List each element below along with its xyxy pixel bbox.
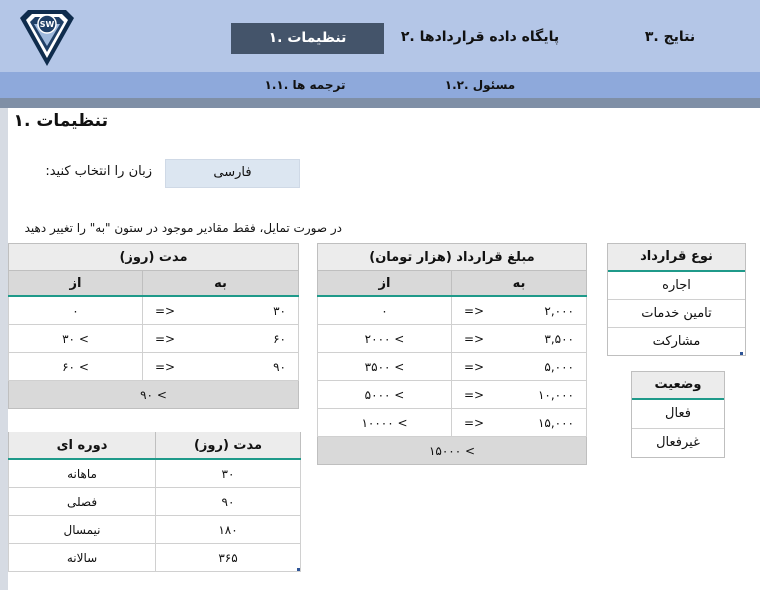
- amount-to-cell[interactable]: => ۱۰,۰۰۰: [451, 380, 587, 409]
- status-list: وضعیت فعال غیرفعال: [631, 371, 725, 458]
- duration-from-cell: ۳۰ <: [8, 324, 143, 353]
- table-row: ۰ => ۲,۰۰۰: [317, 296, 587, 325]
- table-row: فصلی ۹۰: [8, 487, 301, 516]
- table-row: سالانه ۳۶۵: [8, 543, 301, 572]
- language-select[interactable]: فارسی: [165, 159, 300, 188]
- table-row: ۰ => ۳۰: [8, 296, 299, 325]
- operator-label: =>: [464, 415, 485, 430]
- operator-label: =>: [464, 387, 485, 402]
- subnav-tab-responsible[interactable]: مسئول .۱.۲: [425, 78, 535, 92]
- period-name-cell: سالانه: [8, 543, 156, 572]
- amount-to-cell[interactable]: => ۲,۰۰۰: [451, 296, 587, 325]
- to-value: ۵,۰۰۰: [544, 359, 574, 374]
- language-label: زبان را انتخاب کنید:: [45, 164, 152, 179]
- amount-from-cell: ۱۰۰۰۰ <: [317, 408, 452, 437]
- status-title: وضعیت: [632, 372, 724, 400]
- table-row: ماهانه ۳۰: [8, 459, 301, 488]
- amount-col-to: به: [451, 270, 587, 297]
- subnav-tab-translations[interactable]: ترجمه ها .۱.۱: [250, 78, 360, 92]
- resize-handle-icon[interactable]: [297, 568, 300, 571]
- status-item[interactable]: غیرفعال: [632, 428, 724, 457]
- table-row: نیمسال ۱۸۰: [8, 515, 301, 544]
- period-name-cell: نیمسال: [8, 515, 156, 544]
- operator-label: =>: [464, 303, 485, 318]
- contract-type-title: نوع قرارداد: [608, 244, 745, 272]
- table-row: ۶۰ < => ۹۰: [8, 352, 299, 381]
- amount-from-cell: ۵۰۰۰ <: [317, 380, 452, 409]
- amount-table-title: مبلغ قرارداد (هزار تومان): [317, 243, 587, 271]
- duration-table-footer: ۹۰ <: [8, 380, 299, 409]
- duration-table-title: مدت (روز): [8, 243, 299, 271]
- table-row: ۱۰۰۰۰ < => ۱۵,۰۰۰: [317, 408, 587, 437]
- to-value: ۳,۵۰۰: [544, 331, 574, 346]
- contract-type-item[interactable]: تامین خدمات: [608, 299, 745, 327]
- amount-from-cell: ۳۵۰۰ <: [317, 352, 452, 381]
- period-days-cell[interactable]: ۳۰: [155, 459, 301, 488]
- to-value: ۶۰: [273, 331, 286, 346]
- period-col-period: دوره ای: [8, 432, 156, 460]
- table-row: ۳۵۰۰ < => ۵,۰۰۰: [317, 352, 587, 381]
- to-value: ۲,۰۰۰: [544, 303, 574, 318]
- to-value: ۳۰: [273, 303, 286, 318]
- amount-to-cell[interactable]: => ۳,۵۰۰: [451, 324, 587, 353]
- to-value: ۱۰,۰۰۰: [537, 387, 574, 402]
- operator-label: =>: [464, 359, 485, 374]
- amount-table-footer: ۱۵۰۰۰ <: [317, 436, 587, 465]
- edit-hint-text: در صورت تمایل، فقط مقادیر موجود در ستون …: [24, 221, 342, 235]
- period-days-cell[interactable]: ۹۰: [155, 487, 301, 516]
- contract-type-list: نوع قرارداد اجاره تامین خدمات مشارکت: [607, 243, 746, 356]
- sub-nav-bar: [0, 72, 760, 98]
- duration-col-to: به: [142, 270, 299, 297]
- amount-from-cell: ۰: [317, 296, 452, 325]
- period-days-cell[interactable]: ۱۸۰: [155, 515, 301, 544]
- resize-handle-icon[interactable]: [740, 352, 743, 355]
- amount-col-from: از: [317, 270, 452, 297]
- period-name-cell: ماهانه: [8, 459, 156, 488]
- operator-label: =>: [155, 359, 176, 374]
- amount-to-cell[interactable]: => ۵,۰۰۰: [451, 352, 587, 381]
- operator-label: =>: [464, 331, 485, 346]
- nav-tab-contracts-database[interactable]: پایگاه داده قراردادها .۲: [395, 22, 565, 53]
- to-value: ۹۰: [273, 359, 286, 374]
- operator-label: =>: [155, 303, 176, 318]
- duration-from-cell: ۶۰ <: [8, 352, 143, 381]
- duration-col-from: از: [8, 270, 143, 297]
- status-item[interactable]: فعال: [632, 400, 724, 428]
- period-col-days: مدت (روز): [155, 432, 301, 460]
- period-days-cell[interactable]: ۳۶۵: [155, 543, 301, 572]
- amount-table: مبلغ قرارداد (هزار تومان) از به ۰ => ۲,۰۰…: [317, 243, 587, 465]
- table-row: ۲۰۰۰ < => ۳,۵۰۰: [317, 324, 587, 353]
- period-name-cell: فصلی: [8, 487, 156, 516]
- amount-from-cell: ۲۰۰۰ <: [317, 324, 452, 353]
- contract-type-item[interactable]: مشارکت: [608, 327, 745, 355]
- contract-type-item[interactable]: اجاره: [608, 272, 745, 299]
- sheet-left-edge: [0, 108, 8, 590]
- operator-label: =>: [155, 331, 176, 346]
- table-row: ۳۰ < => ۶۰: [8, 324, 299, 353]
- table-row: ۵۰۰۰ < => ۱۰,۰۰۰: [317, 380, 587, 409]
- duration-table: مدت (روز) از به ۰ => ۳۰ ۳۰ < => ۶۰ ۶۰ < =>…: [8, 243, 299, 409]
- header-divider: [0, 98, 760, 108]
- nav-tab-settings[interactable]: تنظیمات .۱: [231, 23, 384, 54]
- duration-to-cell[interactable]: => ۳۰: [142, 296, 299, 325]
- duration-from-cell: ۰: [8, 296, 143, 325]
- diamond-logo-icon: SW: [16, 6, 78, 68]
- duration-to-cell[interactable]: => ۹۰: [142, 352, 299, 381]
- to-value: ۱۵,۰۰۰: [537, 415, 574, 430]
- amount-to-cell[interactable]: => ۱۵,۰۰۰: [451, 408, 587, 437]
- period-table: دوره ای مدت (روز) ماهانه ۳۰ فصلی ۹۰ نیمس…: [8, 432, 301, 572]
- nav-tab-results[interactable]: نتایج .۳: [610, 22, 730, 53]
- page-title: تنظیمات .۱: [13, 111, 108, 131]
- duration-to-cell[interactable]: => ۶۰: [142, 324, 299, 353]
- svg-text:SW: SW: [40, 20, 55, 29]
